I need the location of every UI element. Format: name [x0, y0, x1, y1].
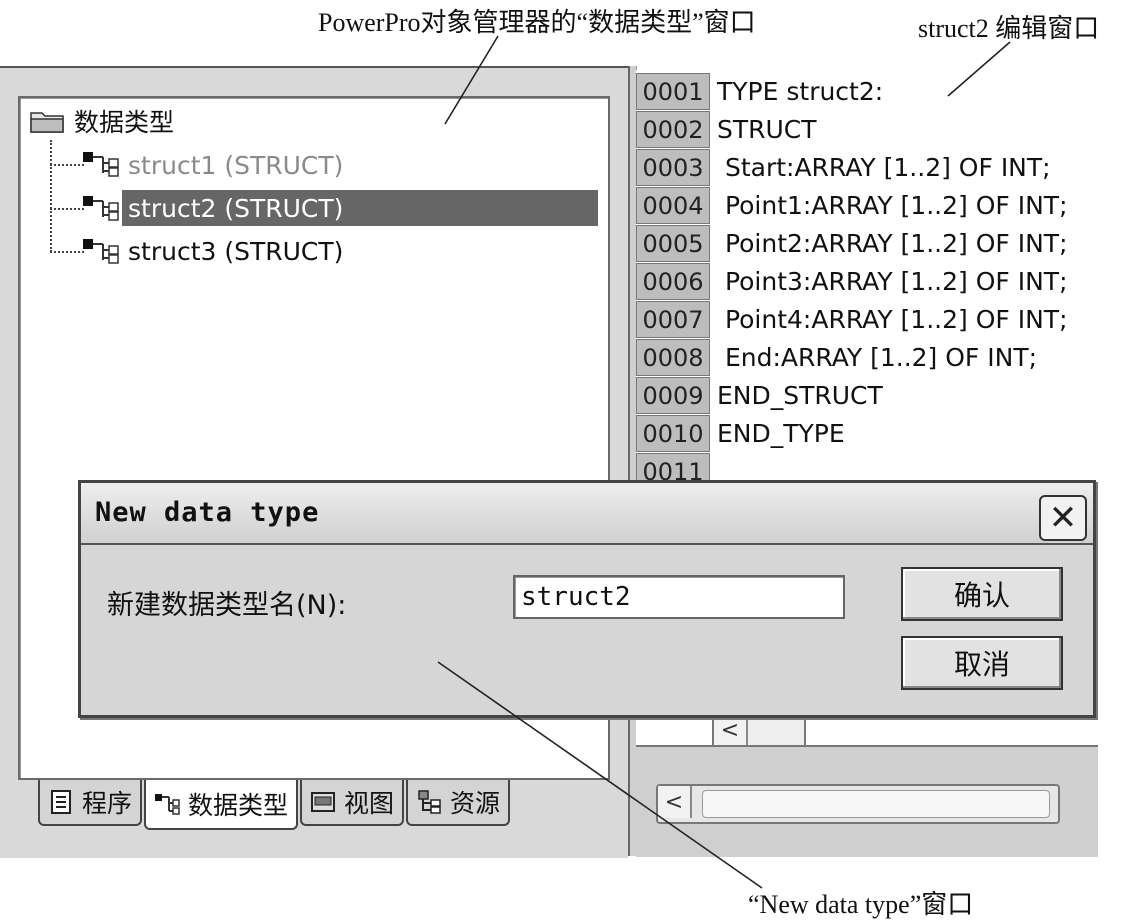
close-icon: ✕ [1048, 498, 1078, 538]
scroll-left-icon[interactable]: < [714, 714, 748, 746]
tab-label: 数据类型 [188, 791, 289, 820]
code-line[interactable]: END_STRUCT [717, 376, 883, 414]
tree-item-struct2[interactable]: struct2 (STRUCT) [122, 190, 598, 226]
line-number: 0008 [636, 339, 710, 376]
code-line[interactable]: End:ARRAY [1..2] OF INT; [717, 338, 1037, 376]
tab-programs[interactable]: 程序 [38, 780, 143, 826]
tree-root[interactable]: 数据类型 [30, 101, 174, 141]
caption-dialog: “New data type”窗口 [748, 890, 974, 919]
scroll-thumb[interactable] [702, 790, 1050, 818]
scroll-left-icon[interactable]: < [658, 786, 692, 818]
line-number: 0004 [636, 187, 710, 224]
code-line[interactable]: Point3:ARRAY [1..2] OF INT; [717, 262, 1068, 300]
tab-label: 程序 [82, 789, 133, 818]
folder-icon [30, 112, 64, 133]
tab-label: 资源 [450, 789, 501, 818]
line-number: 0001 [636, 73, 710, 110]
caption-editor: struct2 编辑窗口 [918, 14, 1100, 43]
line-number: 0002 [636, 111, 710, 148]
dialog-title: New data type [95, 497, 320, 528]
new-type-name-input[interactable]: struct2 [513, 575, 845, 619]
resource-icon [418, 790, 441, 814]
code-line[interactable]: END_TYPE [717, 414, 845, 452]
struct-icon [83, 196, 119, 221]
line-number: 0009 [636, 377, 710, 414]
tab-data-types[interactable]: 数据类型 [144, 780, 299, 830]
object-manager-tabs: 程序 数据类型 视图 资源 [38, 780, 512, 830]
line-number: 0010 [636, 415, 710, 452]
code-line[interactable]: Point4:ARRAY [1..2] OF INT; [717, 300, 1068, 338]
line-number: 0006 [636, 263, 710, 300]
tab-resources[interactable]: 资源 [406, 780, 511, 826]
tree-item-struct3[interactable]: struct3 (STRUCT) [122, 233, 349, 269]
tree-root-label: 数据类型 [74, 108, 175, 137]
view-icon [311, 792, 336, 812]
tab-visualizations[interactable]: 视图 [300, 780, 405, 826]
tree-item-struct1[interactable]: struct1 (STRUCT) [122, 147, 349, 183]
dialog-titlebar[interactable]: New data type ✕ [81, 483, 1093, 545]
tree-connector [50, 251, 84, 253]
line-number: 0007 [636, 301, 710, 338]
new-type-name-label: 新建数据类型名(N): [107, 590, 347, 621]
ok-button[interactable]: 确认 [901, 567, 1063, 621]
document-icon [51, 790, 71, 814]
line-number: 0003 [636, 149, 710, 186]
struct-icon [83, 152, 119, 177]
struct-icon [155, 794, 180, 815]
code-line[interactable]: Point2:ARRAY [1..2] OF INT; [717, 224, 1068, 262]
tree-connector [50, 208, 84, 210]
cancel-button[interactable]: 取消 [901, 636, 1063, 690]
new-data-type-dialog: New data type ✕ 新建数据类型名(N): struct2 确认 取… [78, 480, 1096, 718]
code-line[interactable]: Point1:ARRAY [1..2] OF INT; [717, 186, 1068, 224]
tree-connector [50, 140, 52, 252]
tab-label: 视图 [344, 789, 395, 818]
code-line[interactable]: STRUCT [717, 110, 817, 148]
code-line[interactable]: Start:ARRAY [1..2] OF INT; [717, 148, 1051, 186]
tree-connector [50, 164, 84, 166]
close-button[interactable]: ✕ [1039, 495, 1087, 541]
line-number: 0005 [636, 225, 710, 262]
struct-icon [83, 239, 119, 264]
code-line[interactable]: TYPE struct2: [717, 72, 883, 110]
editor-lower-hscrollbar[interactable]: < [656, 784, 1060, 824]
caption-object-manager: PowerPro对象管理器的“数据类型”窗口 [318, 8, 756, 37]
